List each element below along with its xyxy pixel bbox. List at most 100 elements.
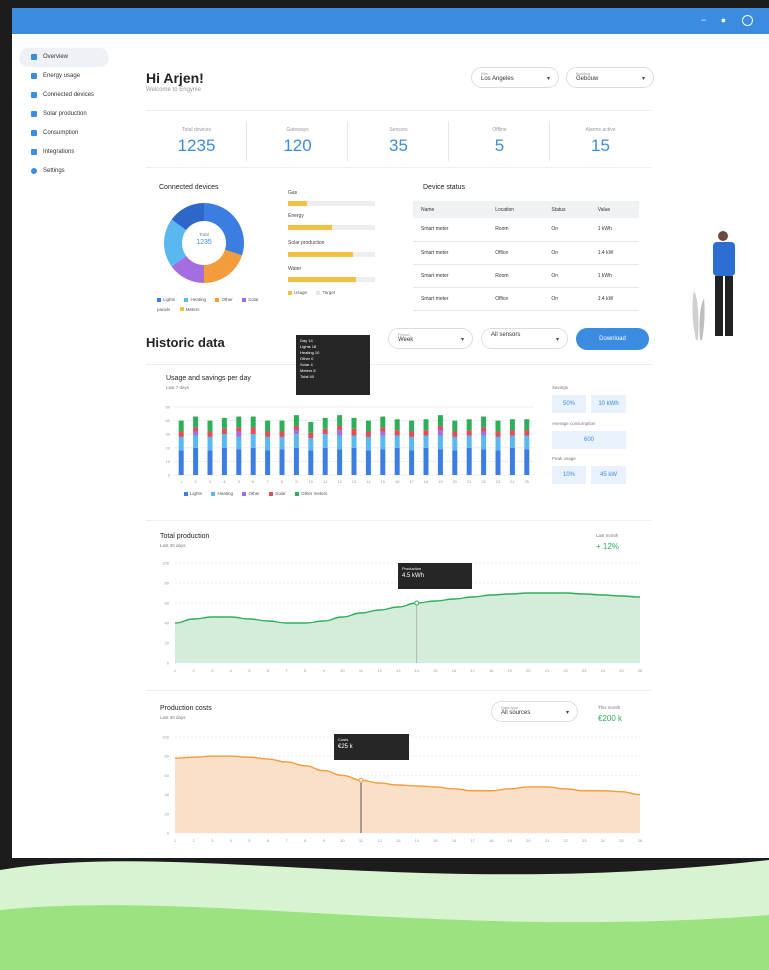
bar-segment[interactable] (495, 450, 501, 475)
bar-segment[interactable] (322, 428, 328, 435)
bar-segment[interactable] (308, 421, 314, 433)
bar-segment[interactable] (466, 430, 472, 436)
sidebar-item-settings[interactable]: Settings (19, 162, 109, 181)
bar-segment[interactable] (250, 427, 256, 435)
bar-segment[interactable] (509, 435, 515, 448)
bar-segment[interactable] (337, 435, 343, 450)
bar-segment[interactable] (193, 427, 199, 432)
bar-segment[interactable] (279, 436, 285, 450)
download-button[interactable]: Download (576, 328, 649, 350)
drop-icon[interactable]: ● (718, 15, 729, 26)
table-row[interactable]: Smart meter Office On 1.4 kW (413, 241, 639, 265)
bar-segment[interactable] (193, 435, 199, 448)
bar-segment[interactable] (293, 426, 299, 431)
bar-segment[interactable] (394, 435, 400, 448)
bar-segment[interactable] (495, 436, 501, 451)
sidebar-item-connected-devices[interactable]: Connected devices (19, 86, 109, 105)
bar-segment[interactable] (207, 431, 213, 437)
bar-segment[interactable] (423, 435, 429, 448)
column-header[interactable]: Name (413, 201, 488, 218)
bar-segment[interactable] (322, 417, 328, 429)
bar-segment[interactable] (466, 435, 472, 448)
bar-segment[interactable] (279, 420, 285, 432)
bar-segment[interactable] (236, 449, 242, 475)
bar-segment[interactable] (351, 428, 357, 436)
column-header[interactable]: Value (589, 201, 639, 218)
bar-segment[interactable] (351, 447, 357, 475)
bar-segment[interactable] (495, 431, 501, 437)
bar-segment[interactable] (221, 428, 227, 435)
bar-segment[interactable] (409, 431, 415, 437)
bar-segment[interactable] (236, 416, 242, 428)
bar-segment[interactable] (509, 447, 515, 475)
sidebar-item-solar-production[interactable]: Solar production (19, 105, 109, 124)
bar-segment[interactable] (380, 427, 386, 432)
bar-segment[interactable] (365, 450, 371, 475)
bar-segment[interactable] (308, 438, 314, 451)
bar-segment[interactable] (265, 450, 271, 475)
bar-segment[interactable] (437, 415, 443, 427)
site-select[interactable]: Site Los Angeles ▾ (471, 67, 559, 88)
bar-segment[interactable] (409, 436, 415, 451)
bar-segment[interactable] (293, 430, 299, 435)
bar-segment[interactable] (207, 450, 213, 475)
building-select[interactable]: Building Gebouw ▾ (566, 67, 654, 88)
bar-segment[interactable] (337, 430, 343, 436)
bar-segment[interactable] (293, 434, 299, 448)
bar-segment[interactable] (265, 420, 271, 432)
donut-slice[interactable] (204, 203, 244, 256)
bar-segment[interactable] (193, 447, 199, 475)
bar-segment[interactable] (394, 447, 400, 475)
bar-segment[interactable] (322, 447, 328, 475)
side-stat-button[interactable]: 600 (552, 431, 626, 449)
bar-segment[interactable] (250, 416, 256, 428)
bar-segment[interactable] (308, 432, 314, 439)
user-circle-icon[interactable] (742, 15, 753, 26)
bar-segment[interactable] (351, 435, 357, 448)
side-stat-button[interactable]: 50% (552, 395, 586, 413)
bar-segment[interactable] (481, 427, 487, 432)
sidebar-item-consumption[interactable]: Consumption (19, 124, 109, 143)
bar-segment[interactable] (380, 449, 386, 475)
bar-segment[interactable] (322, 434, 328, 448)
bar-segment[interactable] (265, 431, 271, 437)
sidebar-item-energy-usage[interactable]: Energy usage (19, 67, 109, 86)
bar-segment[interactable] (524, 419, 530, 431)
bar-segment[interactable] (221, 417, 227, 429)
bar-segment[interactable] (466, 419, 472, 431)
bar-segment[interactable] (236, 431, 242, 437)
bar-segment[interactable] (380, 431, 386, 436)
bar-segment[interactable] (423, 447, 429, 475)
bar-segment[interactable] (481, 435, 487, 450)
bar-segment[interactable] (394, 419, 400, 431)
bar-segment[interactable] (495, 420, 501, 432)
column-header[interactable]: Location (487, 201, 544, 218)
bar-segment[interactable] (437, 430, 443, 436)
data-type-select[interactable]: Data type All sources ▾ (491, 701, 578, 722)
sensor-select[interactable]: All sensors ▾ (481, 328, 568, 349)
bar-segment[interactable] (279, 449, 285, 475)
bar-segment[interactable] (409, 420, 415, 432)
bar-segment[interactable] (452, 450, 458, 475)
bar-segment[interactable] (308, 450, 314, 475)
bar-segment[interactable] (409, 450, 415, 475)
bar-segment[interactable] (178, 436, 184, 451)
bar-segment[interactable] (250, 434, 256, 448)
bar-segment[interactable] (193, 416, 199, 428)
sidebar-item-overview[interactable]: Overview (19, 48, 109, 67)
table-row[interactable]: Smart meter Room On 1 kWh (413, 264, 639, 288)
bar-segment[interactable] (221, 447, 227, 475)
donut-slice[interactable] (204, 249, 243, 283)
bar-segment[interactable] (423, 430, 429, 436)
bar-segment[interactable] (337, 426, 343, 431)
bar-segment[interactable] (365, 431, 371, 437)
bar-segment[interactable] (524, 449, 530, 475)
bar-segment[interactable] (337, 415, 343, 427)
bar-segment[interactable] (466, 447, 472, 475)
bar-segment[interactable] (265, 436, 271, 451)
bar-segment[interactable] (207, 436, 213, 451)
table-row[interactable]: Smart meter Office On 1.4 kW (413, 287, 639, 311)
side-stat-button[interactable]: 10% (552, 466, 586, 484)
side-stat-button[interactable]: 45 kW (591, 466, 626, 484)
bar-segment[interactable] (250, 447, 256, 475)
